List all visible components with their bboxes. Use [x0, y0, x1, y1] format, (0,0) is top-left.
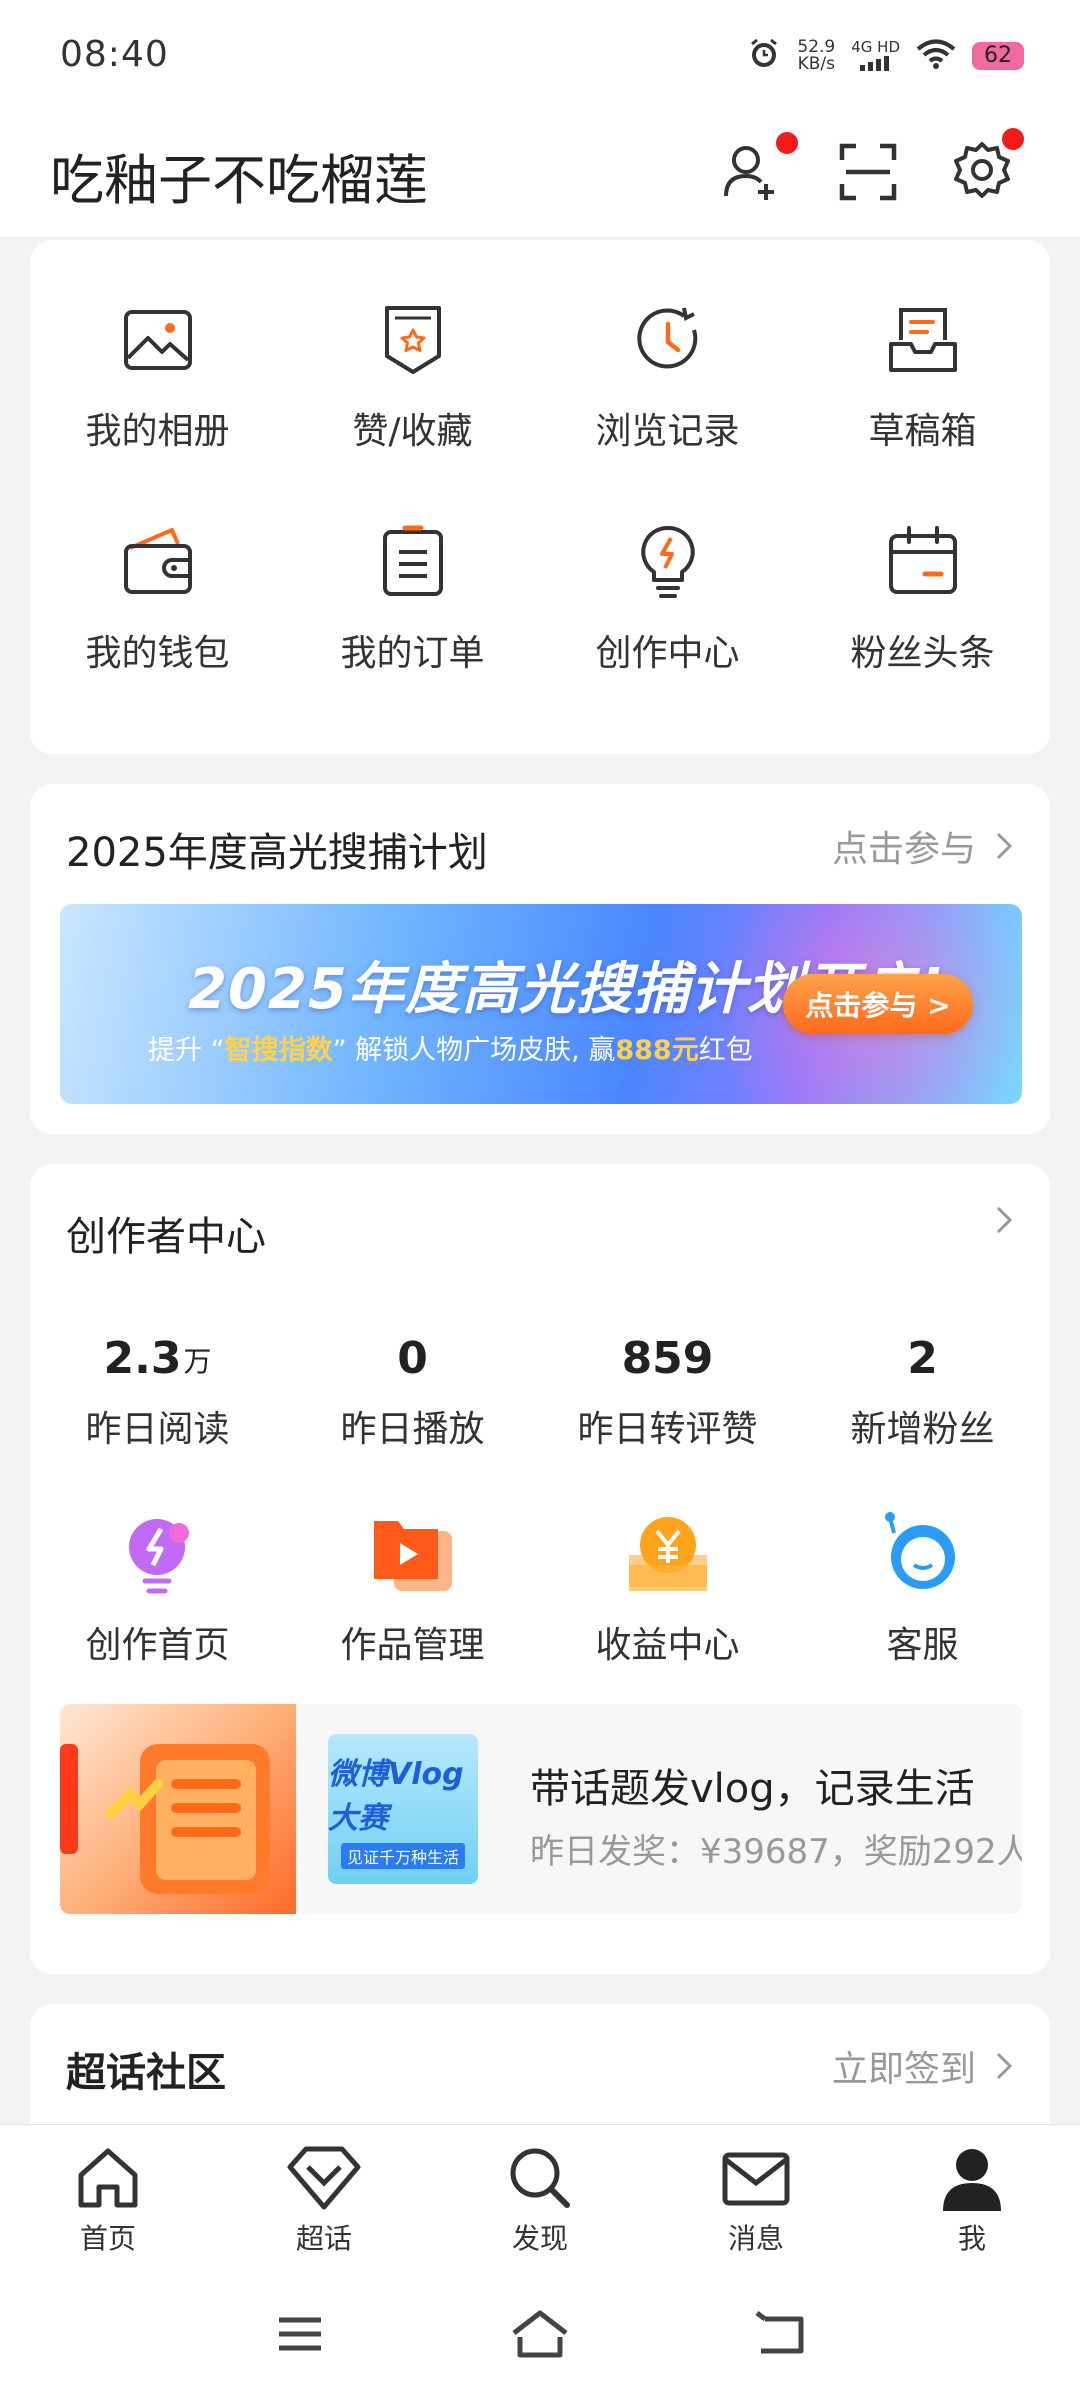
menu-icon — [279, 2317, 321, 2351]
campaign-banner[interactable]: 2025年度高光搜捕计划开启! 提升 “智搜指数” 解锁人物广场皮肤, 赢888… — [60, 904, 1022, 1104]
wifi-icon — [916, 38, 956, 74]
notification-dot — [1002, 128, 1024, 150]
home-icon — [78, 2148, 138, 2208]
creator-home-icon — [108, 1504, 208, 1604]
vlog-promo[interactable]: 微博Vlog大赛 见证千万种生活 带话题发vlog，记录生活 昨日发奖：¥396… — [60, 1704, 1022, 1914]
add-user-icon — [724, 146, 774, 200]
network-speed: 52.9 KB/s — [797, 37, 836, 74]
signal-icon — [859, 55, 889, 71]
back-button[interactable] — [750, 2304, 810, 2364]
tool-customer-service[interactable]: 客服 — [795, 1504, 1050, 1668]
stat-yesterday-plays[interactable]: 0 昨日播放 — [285, 1324, 540, 1452]
mail-icon — [722, 2152, 790, 2206]
quick-item-orders[interactable]: 我的订单 — [285, 512, 540, 676]
quick-access-card: 我的相册 赞/收藏 浏览记录 草稿箱 我的钱包 我的订单 创作中心 粉丝头条 — [30, 240, 1050, 754]
quick-item-history[interactable]: 浏览记录 — [540, 290, 795, 454]
creation-icon — [618, 512, 718, 612]
supertopic-checkin-link[interactable]: 立即签到 — [832, 2040, 1014, 2092]
menu-button[interactable] — [270, 2304, 330, 2364]
chevron-right-icon — [996, 1206, 1013, 1234]
fan-headline-icon — [873, 512, 973, 612]
nav-discover[interactable]: 发现 — [432, 2125, 648, 2264]
customer-service-icon — [873, 1504, 973, 1604]
drafts-icon — [873, 290, 973, 390]
profile-header: 吃釉子不吃榴莲 — [0, 110, 1080, 238]
add-friend-button[interactable] — [710, 130, 798, 214]
creator-tools: 创作首页 作品管理 收益中心 客服 — [30, 1504, 1050, 1668]
chevron-right-icon — [996, 2052, 1013, 2080]
nav-me[interactable]: 我 — [864, 2125, 1080, 2264]
promo-title: 带话题发vlog，记录生活 — [530, 1766, 975, 1812]
status-time: 08:40 — [60, 34, 169, 75]
bottom-navigation: 首页 超话 发现 消息 我 — [0, 2124, 1080, 2264]
wallet-icon — [108, 512, 208, 612]
promo-scroll-image — [60, 1704, 296, 1914]
stat-yesterday-engagement[interactable]: 859 昨日转评赞 — [540, 1324, 795, 1452]
creator-center-card: 创作者中心 2.3 万 昨日阅读 0 昨日播放 859 昨日转评赞 2 新增粉丝 … — [30, 1164, 1050, 1974]
promo-subtitle: 昨日发奖：¥39687，奖励292人 — [530, 1832, 1022, 1872]
settings-button[interactable] — [940, 128, 1024, 214]
banner-join-button[interactable]: 点击参与 > — [783, 974, 973, 1034]
quick-item-album[interactable]: 我的相册 — [30, 290, 285, 454]
favorites-icon — [363, 290, 463, 390]
tool-works-manage[interactable]: 作品管理 — [285, 1504, 540, 1668]
tool-income-center[interactable]: 收益中心 — [540, 1504, 795, 1668]
chevron-right-icon — [996, 832, 1013, 860]
quick-item-creation[interactable]: 创作中心 — [540, 512, 795, 676]
quick-item-favorites[interactable]: 赞/收藏 — [285, 290, 540, 454]
gear-icon — [954, 142, 1010, 198]
status-icons: 52.9 KB/s 4G HD 62 — [747, 34, 1024, 78]
back-icon — [755, 2311, 804, 2354]
tool-creator-home[interactable]: 创作首页 — [30, 1504, 285, 1668]
creator-stats: 2.3 万 昨日阅读 0 昨日播放 859 昨日转评赞 2 新增粉丝 — [30, 1324, 1050, 1452]
quick-item-fan-headline[interactable]: 粉丝头条 — [795, 512, 1050, 676]
income-icon — [618, 1504, 718, 1604]
stat-yesterday-reads[interactable]: 2.3 万 昨日阅读 — [30, 1324, 285, 1452]
battery-indicator: 62 — [972, 42, 1024, 70]
nav-home[interactable]: 首页 — [0, 2125, 216, 2264]
quick-item-wallet[interactable]: 我的钱包 — [30, 512, 285, 676]
stat-new-fans[interactable]: 2 新增粉丝 — [795, 1324, 1050, 1452]
notification-dot — [776, 132, 798, 154]
quick-item-drafts[interactable]: 草稿箱 — [795, 290, 1050, 454]
campaign-card: 2025年度高光搜捕计划 点击参与 2025年度高光搜捕计划开启! 提升 “智搜… — [30, 784, 1050, 1134]
system-home-button[interactable] — [510, 2304, 570, 2364]
home-outline-icon — [512, 2310, 568, 2358]
scan-icon — [839, 143, 897, 201]
creator-title[interactable]: 创作者中心 — [66, 1204, 266, 1262]
supertopic-title[interactable]: 超话社区 — [66, 2040, 226, 2098]
profile-icon — [943, 2149, 1001, 2211]
supertopic-icon — [287, 2146, 361, 2210]
banner-subtitle: 提升 “智搜指数” 解锁人物广场皮肤, 赢888元红包 — [148, 1035, 753, 1066]
search-icon — [510, 2148, 570, 2208]
system-navigation-bar — [0, 2264, 1080, 2400]
history-icon — [618, 290, 718, 390]
status-bar: 08:40 52.9 KB/s 4G HD 62 — [0, 0, 1080, 110]
network-type: 4G HD — [851, 39, 900, 74]
creator-more-link[interactable] — [994, 1204, 1014, 1236]
photo-album-icon — [108, 290, 208, 390]
nav-messages[interactable]: 消息 — [648, 2125, 864, 2264]
alarm-icon — [747, 37, 781, 75]
campaign-join-link[interactable]: 点击参与 — [832, 820, 1014, 872]
campaign-title: 2025年度高光搜捕计划 — [66, 830, 488, 876]
vlog-contest-thumbnail: 微博Vlog大赛 见证千万种生活 — [328, 1734, 478, 1884]
works-manage-icon — [363, 1504, 463, 1604]
nav-supertopic[interactable]: 超话 — [216, 2125, 432, 2264]
username[interactable]: 吃釉子不吃榴莲 — [50, 136, 428, 215]
scan-button[interactable] — [826, 130, 910, 214]
orders-icon — [363, 512, 463, 612]
